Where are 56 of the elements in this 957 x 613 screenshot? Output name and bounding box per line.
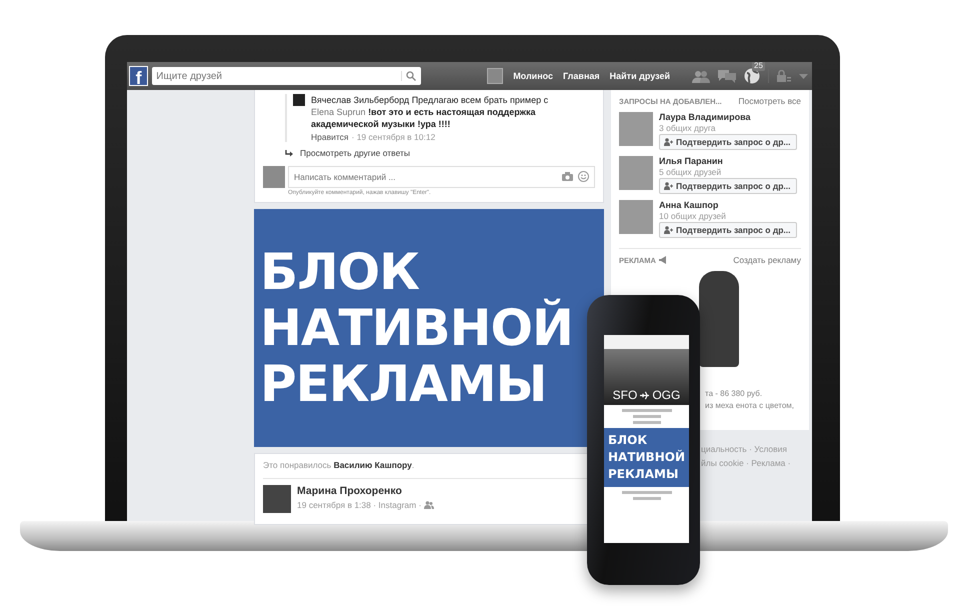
notification-badge: 25	[752, 62, 765, 71]
ad-text: та - 86 380 руб.	[705, 389, 764, 398]
add-person-icon	[664, 138, 673, 146]
messages-icon[interactable]	[718, 69, 736, 83]
reply-arrow-icon	[285, 150, 294, 156]
logo[interactable]: f	[129, 66, 148, 86]
search-field[interactable]: Ищите друзей	[152, 67, 422, 85]
add-person-icon	[664, 226, 673, 234]
post-time: 19 сентября в 1:38 · Instagram ·	[297, 500, 422, 510]
comment-text: Вячеслав Зильберборд Предлагаю всем брать пример с Elena Suprun !вот это и есть настоящая поддержка академической музыки !ура !!!!	[311, 94, 550, 130]
mutual-friends: 3 общих друга	[659, 123, 717, 133]
like-link[interactable]: Нравится	[311, 132, 349, 142]
ad-headline: НАТИВНОЙ	[608, 449, 686, 466]
more-replies-link[interactable]: Просмотреть другие ответы	[300, 148, 410, 158]
avatar-photo	[293, 94, 305, 106]
page-avatar	[263, 166, 285, 188]
avatar-photo	[263, 485, 291, 513]
mutual-friends: 5 общих друзей	[659, 167, 722, 177]
camera-icon[interactable]	[562, 172, 573, 181]
megaphone-icon	[658, 256, 668, 264]
confirm-button[interactable]: Подтвердить запрос о др...	[659, 134, 797, 150]
ad-text: из меха енота с цветом,	[705, 401, 795, 410]
friends-icon[interactable]	[692, 70, 710, 82]
search-icon[interactable]	[401, 71, 416, 81]
ad-headline: НАТИВНОЙ	[260, 300, 574, 356]
lock-icon[interactable]	[777, 70, 791, 82]
friend-name[interactable]: Лаура Владимирова	[659, 112, 797, 122]
confirm-button[interactable]: Подтвердить запрос о др...	[659, 178, 797, 194]
ad-headline: БЛОК	[260, 244, 420, 300]
nav-link[interactable]: Главная	[563, 71, 600, 81]
caret-icon[interactable]	[799, 74, 808, 78]
confirm-button[interactable]: Подтвердить запрос о др...	[659, 222, 797, 238]
plane-icon	[640, 390, 650, 400]
avatar-photo	[619, 112, 653, 146]
ad-headline: БЛОК	[608, 432, 648, 449]
author-name[interactable]: Марина Прохоренко	[297, 485, 434, 497]
ad-headline: РЕКЛАМЫ	[608, 466, 680, 483]
airport-code: OGG	[652, 388, 680, 402]
airport-code: SFO	[612, 388, 638, 402]
people-icon	[424, 501, 434, 509]
profile-avatar[interactable]	[487, 68, 504, 84]
friend-name[interactable]: Илья Паранин	[659, 156, 797, 166]
mutual-friends: 10 общих друзей	[659, 211, 727, 221]
avatar-photo	[619, 156, 653, 190]
see-all-link[interactable]: Посмотреть все	[738, 96, 801, 106]
avatar-photo	[619, 200, 653, 234]
ad-headline: РЕКЛАМЫ	[260, 356, 548, 412]
comment-field[interactable]: Написать комментарий ...	[288, 166, 595, 188]
profile-link[interactable]: Молинос	[513, 71, 554, 81]
friend-name[interactable]: Анна Кашпор	[659, 200, 797, 210]
smiley-icon[interactable]	[578, 171, 589, 182]
comment-time: · 19 сентября в 10:12	[352, 132, 436, 142]
create-ad-link[interactable]: Создать рекламу	[733, 255, 801, 265]
add-person-icon	[664, 182, 673, 190]
nav-link[interactable]: Найти друзей	[610, 71, 670, 81]
mention-link[interactable]: Elena Suprun	[311, 107, 366, 117]
